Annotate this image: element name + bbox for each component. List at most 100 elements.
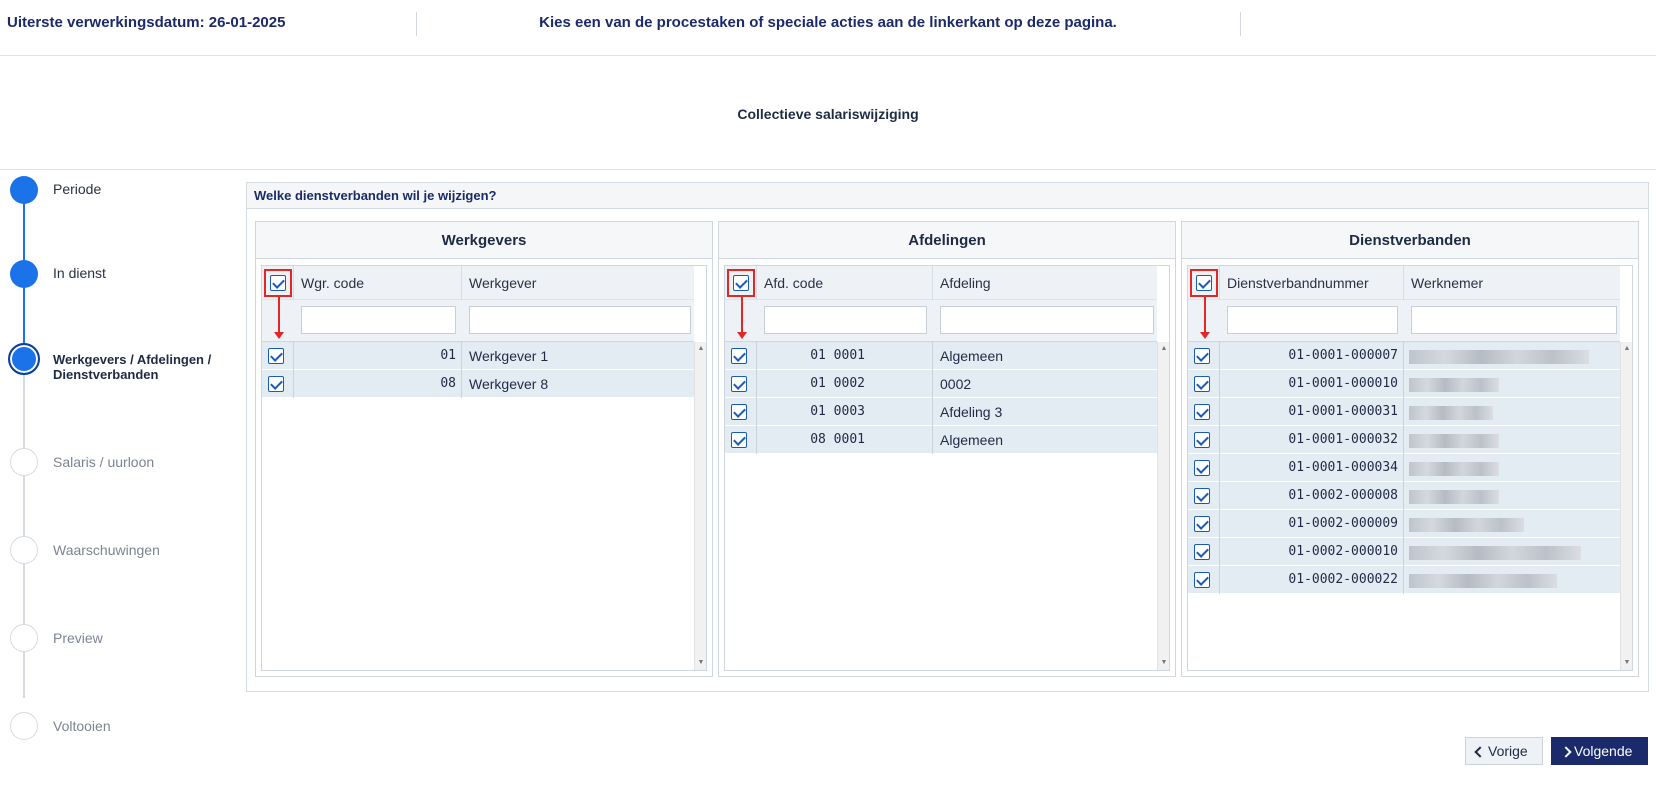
step-preview[interactable]: Preview xyxy=(53,631,233,646)
row-name: Afdeling 3 xyxy=(940,404,1003,420)
column-divider xyxy=(932,398,933,426)
column-header-code[interactable]: Dienstverbandnummer xyxy=(1220,266,1376,300)
row-checkbox[interactable] xyxy=(268,348,284,364)
column-divider xyxy=(1219,426,1220,454)
table-row[interactable]: 01 0002 0002 xyxy=(725,370,1157,398)
column-divider xyxy=(756,426,757,454)
row-checkbox[interactable] xyxy=(731,348,747,364)
table-row[interactable]: 08 Werkgever 8 xyxy=(262,370,694,398)
filter-row xyxy=(1188,300,1620,342)
dienstverbanden-title: Dienstverbanden xyxy=(1182,222,1638,259)
row-checkbox[interactable] xyxy=(1194,488,1210,504)
filter-name-input[interactable] xyxy=(1411,306,1617,334)
vertical-scrollbar[interactable]: ▲ ▼ xyxy=(1620,342,1632,670)
row-checkbox[interactable] xyxy=(1194,348,1210,364)
annotation-arrow xyxy=(737,297,747,339)
row-code: 01 0001 xyxy=(810,348,865,363)
row-checkbox[interactable] xyxy=(1194,376,1210,392)
step-in-dienst[interactable]: In dienst xyxy=(53,266,233,281)
highlight-box xyxy=(727,269,755,297)
vertical-scrollbar[interactable]: ▲ ▼ xyxy=(1157,342,1169,670)
column-divider xyxy=(756,342,757,370)
divider xyxy=(1240,12,1241,36)
column-header-name[interactable]: Werkgever xyxy=(462,266,543,300)
step-indicator-preview xyxy=(10,624,38,652)
column-divider xyxy=(1219,398,1220,426)
scroll-up-icon[interactable]: ▲ xyxy=(1158,344,1170,354)
afdelingen-grid: Afd. code Afdeling 01 0001 Algemeen 01 0… xyxy=(724,265,1170,671)
werkgevers-title: Werkgevers xyxy=(256,222,712,259)
filter-code-input[interactable] xyxy=(1227,306,1398,334)
werkgevers-rows: 01 Werkgever 1 08 Werkgever 8 xyxy=(262,342,694,398)
row-code: 01-0002-000009 xyxy=(1288,516,1398,531)
step-waarschuwingen[interactable]: Waarschuwingen xyxy=(53,543,233,558)
column-header-code[interactable]: Afd. code xyxy=(757,266,830,300)
scroll-down-icon[interactable]: ▼ xyxy=(1158,658,1170,668)
werkgevers-card: Werkgevers Wgr. code Werkgever 01 Werkge… xyxy=(255,221,713,677)
table-row[interactable]: 01-0002-000022 xyxy=(1188,566,1620,594)
werkgevers-grid: Wgr. code Werkgever 01 Werkgever 1 08 We… xyxy=(261,265,707,671)
next-button-label: Volgende xyxy=(1574,743,1633,759)
previous-button[interactable]: Vorige xyxy=(1465,737,1543,765)
row-checkbox[interactable] xyxy=(731,432,747,448)
column-divider xyxy=(1403,398,1404,426)
row-code: 08 0001 xyxy=(810,432,865,447)
row-checkbox[interactable] xyxy=(1194,460,1210,476)
table-row[interactable]: 01-0001-000034 xyxy=(1188,454,1620,482)
step-voltooien[interactable]: Voltooien xyxy=(53,719,233,734)
step-salaris[interactable]: Salaris / uurloon xyxy=(53,455,233,470)
table-row[interactable]: 01-0001-000031 xyxy=(1188,398,1620,426)
scroll-up-icon[interactable]: ▲ xyxy=(1621,344,1633,354)
row-checkbox[interactable] xyxy=(1194,572,1210,588)
table-row[interactable]: 01 0001 Algemeen xyxy=(725,342,1157,370)
redacted-employee-name xyxy=(1409,490,1499,504)
step-periode[interactable]: Periode xyxy=(53,182,233,197)
row-checkbox[interactable] xyxy=(731,376,747,392)
step-indicator-salaris xyxy=(10,448,38,476)
table-row[interactable]: 01-0001-000032 xyxy=(1188,426,1620,454)
row-name: Werkgever 1 xyxy=(469,348,549,364)
filter-code-input[interactable] xyxy=(301,306,456,334)
row-code: 01-0001-000007 xyxy=(1288,348,1398,363)
chevron-left-icon xyxy=(1474,746,1486,758)
table-row[interactable]: 01-0002-000009 xyxy=(1188,510,1620,538)
table-row[interactable]: 01 Werkgever 1 xyxy=(262,342,694,370)
column-divider xyxy=(1403,510,1404,538)
row-checkbox[interactable] xyxy=(268,376,284,392)
row-code: 01-0001-000034 xyxy=(1288,460,1398,475)
column-divider xyxy=(932,370,933,398)
redacted-employee-name xyxy=(1409,546,1581,560)
filter-name-input[interactable] xyxy=(940,306,1154,334)
column-divider xyxy=(932,426,933,454)
vertical-scrollbar[interactable]: ▲ ▼ xyxy=(694,342,706,670)
filter-name-input[interactable] xyxy=(469,306,691,334)
table-row[interactable]: 01-0002-000008 xyxy=(1188,482,1620,510)
row-checkbox[interactable] xyxy=(1194,404,1210,420)
table-row[interactable]: 01-0001-000010 xyxy=(1188,370,1620,398)
column-divider xyxy=(1403,454,1404,482)
scroll-up-icon[interactable]: ▲ xyxy=(695,344,707,354)
highlight-box xyxy=(264,269,292,297)
column-header-code[interactable]: Wgr. code xyxy=(294,266,371,300)
column-header-name[interactable]: Afdeling xyxy=(933,266,998,300)
row-checkbox[interactable] xyxy=(1194,516,1210,532)
row-name: Algemeen xyxy=(940,432,1004,448)
scroll-down-icon[interactable]: ▼ xyxy=(695,658,707,668)
row-checkbox[interactable] xyxy=(1194,544,1210,560)
table-row[interactable]: 08 0001 Algemeen xyxy=(725,426,1157,454)
table-row[interactable]: 01 0003 Afdeling 3 xyxy=(725,398,1157,426)
table-row[interactable]: 01-0001-000007 xyxy=(1188,342,1620,370)
filter-row xyxy=(262,300,694,342)
selection-panel: Welke dienstverbanden wil je wijzigen? W… xyxy=(246,182,1649,692)
next-button[interactable]: Volgende xyxy=(1551,737,1648,765)
column-divider xyxy=(1403,426,1404,454)
row-checkbox[interactable] xyxy=(1194,432,1210,448)
scroll-down-icon[interactable]: ▼ xyxy=(1621,658,1633,668)
dienstverbanden-card: Dienstverbanden Dienstverbandnummer Werk… xyxy=(1181,221,1639,677)
row-checkbox[interactable] xyxy=(731,404,747,420)
column-header-name[interactable]: Werknemer xyxy=(1404,266,1490,300)
column-divider xyxy=(1219,370,1220,398)
table-row[interactable]: 01-0002-000010 xyxy=(1188,538,1620,566)
step-werkgevers-afdelingen[interactable]: Werkgevers / Afdelingen / Dienstverbande… xyxy=(53,352,233,382)
filter-code-input[interactable] xyxy=(764,306,927,334)
